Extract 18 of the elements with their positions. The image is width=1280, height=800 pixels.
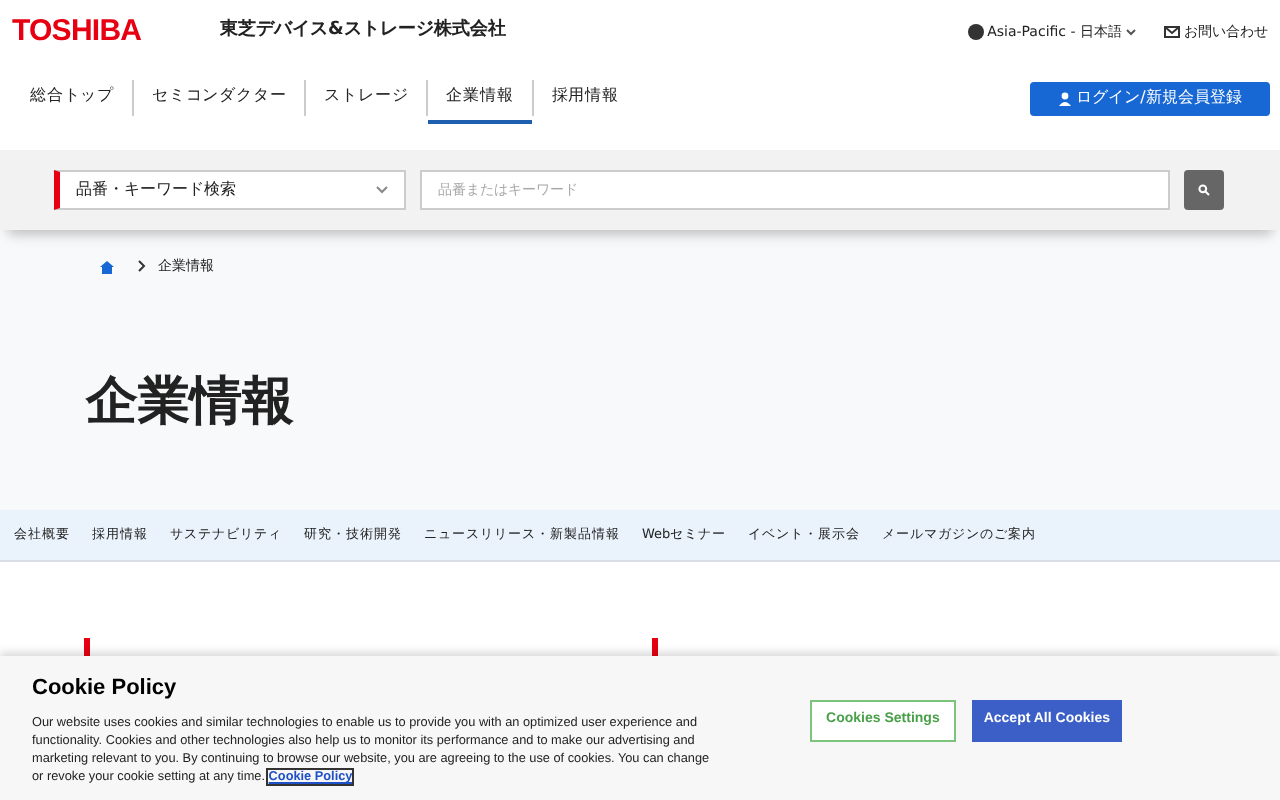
chevron-icon: [376, 186, 388, 194]
nav-tab[interactable]: ストレージ: [306, 72, 427, 124]
logo[interactable]: TOSHIBA: [12, 9, 220, 55]
mail-icon: [1164, 26, 1180, 38]
company-name: 東芝デバイス&ストレージ株式会社: [220, 18, 506, 45]
chevron-icon: [138, 260, 146, 273]
category-dropdown[interactable]: 品番・キーワード検索: [54, 170, 406, 210]
nav-tab[interactable]: セミコンダクター: [134, 72, 305, 124]
search-button[interactable]: [1184, 170, 1224, 210]
nav-tab[interactable]: 総合トップ: [12, 72, 132, 124]
home-icon[interactable]: [100, 259, 114, 274]
nav-tab[interactable]: 採用情報: [533, 72, 637, 124]
login-button[interactable]: ログイン/新規会員登録: [1030, 81, 1270, 115]
caret-icon: [1126, 28, 1136, 36]
user-icon: [1058, 91, 1073, 105]
page-title: 企業情報: [86, 369, 296, 435]
cookie-title: Cookie Policy: [32, 674, 179, 704]
search-icon: [1198, 184, 1210, 196]
